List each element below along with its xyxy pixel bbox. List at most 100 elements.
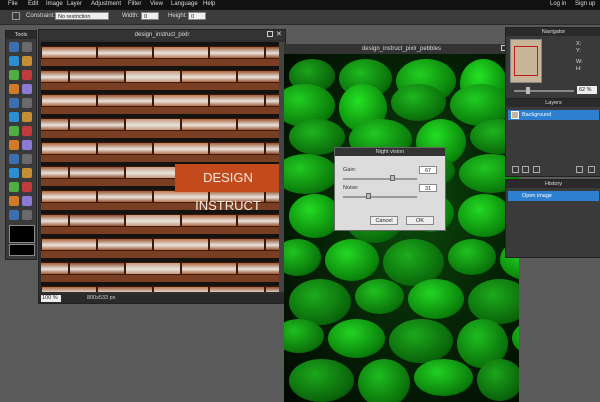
primary-color-swatch[interactable] (9, 225, 35, 243)
brick-wall-image[interactable]: DESIGN INSTRUCT (41, 42, 279, 292)
navigator-zoom-slider[interactable] (514, 90, 574, 92)
burn-icon[interactable] (22, 154, 32, 164)
ok-button[interactable]: OK (406, 216, 434, 225)
gain-slider-thumb[interactable] (390, 175, 396, 181)
hand-icon[interactable] (9, 210, 19, 220)
constraint-label: Constraint: (26, 13, 56, 19)
doc1-zoom-input[interactable]: 100 % (41, 295, 61, 302)
brick (41, 262, 69, 275)
history-title: History (506, 180, 600, 188)
pebble (289, 359, 354, 402)
crop-icon[interactable] (9, 42, 19, 52)
drawing-icon[interactable] (22, 98, 32, 108)
eraser-icon[interactable] (9, 126, 19, 136)
new-layer-icon[interactable] (576, 166, 583, 173)
move-icon[interactable] (22, 42, 32, 52)
noise-slider[interactable] (343, 196, 417, 198)
pebble (477, 359, 519, 401)
brush-icon[interactable] (9, 84, 19, 94)
document-window-bricks: design_instruct_pixlr ✕ DESIGN INSTRUCT … (38, 29, 286, 304)
signup-link[interactable]: Sign up (575, 1, 595, 7)
width-label: Width: (122, 13, 140, 19)
maximize-icon[interactable] (267, 31, 273, 37)
dialog-title: Night vision (335, 148, 445, 156)
brick (153, 286, 209, 292)
menu-file[interactable]: File (8, 1, 18, 7)
navigator-x-label: X: (576, 41, 582, 47)
tools-title: Tools (6, 31, 36, 39)
noise-input[interactable]: 31 (419, 184, 437, 192)
blur-icon[interactable] (9, 140, 19, 150)
lasso-icon[interactable] (22, 56, 32, 66)
brick (237, 262, 279, 275)
gradient-icon[interactable] (9, 112, 19, 122)
pebble (284, 239, 321, 276)
navigator-zoom-input[interactable]: 62 % (577, 86, 597, 94)
redeye-icon[interactable] (22, 168, 32, 178)
doc1-title: design_instruct_pixlr (39, 30, 285, 40)
navigator-zoom-unit: % (586, 87, 592, 93)
history-item-open-image[interactable]: Open image (508, 191, 599, 201)
doc1-zoom-value: 100 (42, 295, 52, 301)
pinch-icon[interactable] (22, 182, 32, 192)
layer-mask-icon[interactable] (522, 166, 529, 173)
menu-filter[interactable]: Filter (128, 1, 141, 7)
noise-slider-thumb[interactable] (365, 193, 371, 199)
sharpen-icon[interactable] (22, 140, 32, 150)
clone-icon[interactable] (22, 84, 32, 94)
brick (69, 70, 125, 83)
marquee-icon[interactable] (9, 56, 19, 66)
brick (41, 166, 69, 179)
gain-slider[interactable] (343, 178, 417, 180)
brick (41, 238, 97, 251)
dodge-icon[interactable] (9, 168, 19, 178)
brick (125, 166, 181, 179)
close-icon[interactable]: ✕ (276, 30, 282, 38)
width-input[interactable]: 0 (141, 12, 159, 20)
cancel-button[interactable]: Cancel (370, 216, 398, 225)
delete-layer-icon[interactable] (588, 166, 595, 173)
fill-icon[interactable] (22, 112, 32, 122)
login-link[interactable]: Log in (550, 1, 566, 7)
brick (97, 238, 153, 251)
pebble (468, 279, 519, 324)
gain-input[interactable]: 67 (419, 166, 437, 174)
pebble (448, 239, 496, 275)
layer-row-background[interactable]: Background (508, 110, 599, 120)
picker-icon[interactable] (22, 196, 32, 206)
text-icon[interactable] (9, 196, 19, 206)
height-input[interactable]: 0 (188, 12, 206, 20)
wand-icon[interactable] (9, 70, 19, 80)
bloat-icon[interactable] (9, 182, 19, 192)
doc1-status-bar: 100 % 800x533 px (39, 294, 285, 303)
smudge-icon[interactable] (9, 154, 19, 164)
menu-language[interactable]: Language (171, 1, 198, 7)
constraint-select[interactable]: No restriction (55, 12, 109, 20)
pebble (408, 279, 464, 319)
pencil-icon[interactable] (22, 70, 32, 80)
brick (125, 262, 181, 275)
menu-image[interactable]: Image (46, 1, 63, 7)
navigator-viewport-box[interactable] (514, 46, 538, 76)
menu-edit[interactable]: Edit (28, 1, 38, 7)
brick (237, 118, 279, 131)
noise-label: Noise: (343, 185, 359, 191)
color-replace-icon[interactable] (9, 98, 19, 108)
brick (41, 214, 69, 227)
navigator-zoom-thumb[interactable] (526, 87, 530, 94)
pebble (358, 359, 410, 402)
brick (97, 94, 153, 107)
menu-help[interactable]: Help (203, 1, 215, 7)
zoom-icon[interactable] (22, 210, 32, 220)
brick (69, 262, 125, 275)
brick (265, 142, 279, 155)
brick (41, 190, 97, 203)
sponge-icon[interactable] (22, 126, 32, 136)
secondary-color-swatch[interactable] (9, 244, 35, 256)
menu-layer[interactable]: Layer (67, 1, 82, 7)
layer-settings-icon[interactable] (533, 166, 540, 173)
menu-view[interactable]: View (150, 1, 163, 7)
navigator-thumbnail[interactable] (510, 39, 542, 83)
menu-adjustment[interactable]: Adjustment (91, 1, 121, 7)
layer-styles-icon[interactable] (512, 166, 519, 173)
